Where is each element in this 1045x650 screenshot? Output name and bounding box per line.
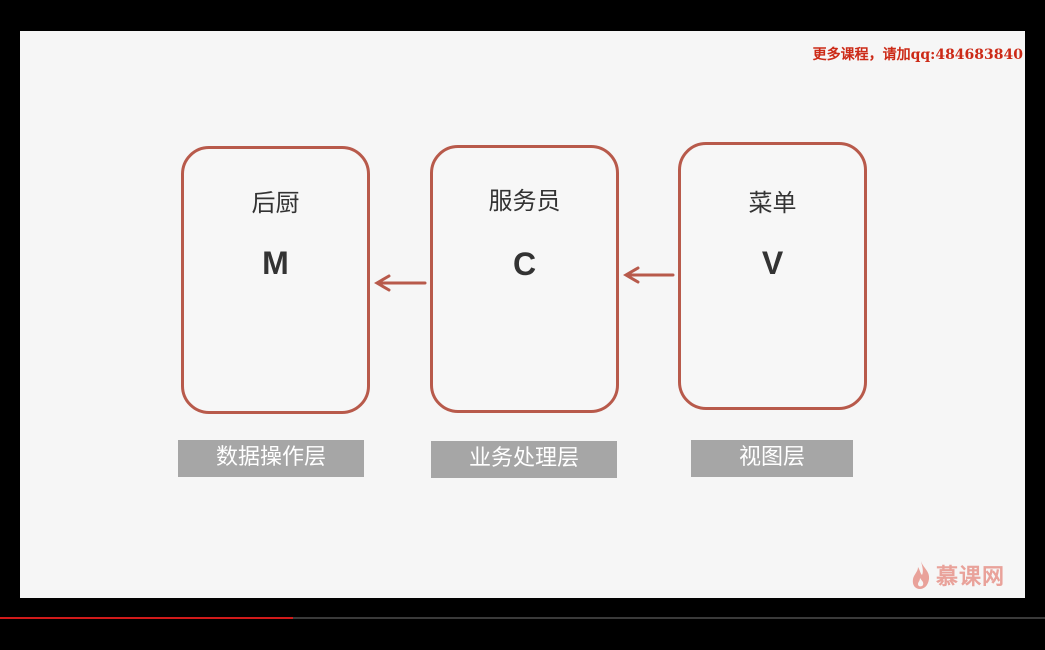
arrow-c-to-m: [374, 274, 427, 292]
layer-label-view: 视图层: [691, 440, 853, 477]
imooc-logo: 慕课网: [910, 558, 1005, 592]
layer-label-data: 数据操作层: [178, 440, 364, 477]
video-progress-bar[interactable]: [0, 617, 1045, 619]
arrow-connectors: [374, 266, 675, 292]
video-progress-fill: [0, 617, 293, 619]
layer-label-business: 业务处理层: [431, 441, 617, 478]
logo-text: 慕课网: [936, 565, 1006, 590]
arrow-v-to-c: [623, 266, 675, 284]
flame-icon: [912, 561, 930, 589]
